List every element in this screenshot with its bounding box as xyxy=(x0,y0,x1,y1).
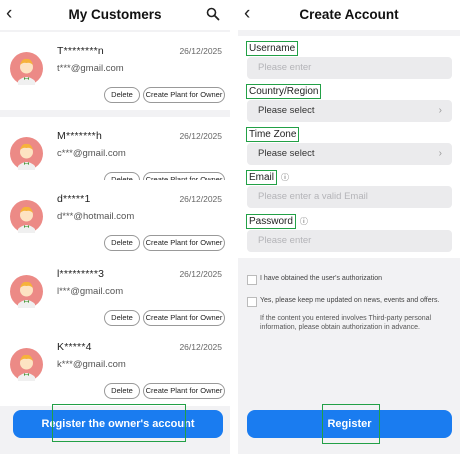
customer-name: l*********3 xyxy=(57,268,105,280)
highlight-box xyxy=(52,404,186,442)
authorization-text: I have obtained the user's authorization xyxy=(260,275,382,282)
chevron-right-icon: › xyxy=(438,148,442,159)
my-customers-screen: ‹ My Customers T********n 26/12/2025 t**… xyxy=(0,0,230,454)
avatar xyxy=(10,348,43,381)
email-field[interactable]: Please enter a valid Email xyxy=(247,186,452,208)
customer-email: l***@gmail.com xyxy=(57,286,124,297)
delete-button[interactable]: Delete xyxy=(104,87,140,103)
create-plant-button[interactable]: Create Plant for Owner xyxy=(143,235,225,251)
search-icon[interactable] xyxy=(206,7,220,21)
create-plant-button[interactable]: Create Plant for Owner xyxy=(143,87,225,103)
customer-card[interactable]: l*********3 26/12/2025 l***@gmail.com De… xyxy=(0,255,230,333)
customer-date: 26/12/2025 xyxy=(179,269,222,279)
page-title: Create Account xyxy=(299,7,399,22)
password-label: Password ⓘ xyxy=(246,214,308,229)
delete-button[interactable]: Delete xyxy=(104,310,140,326)
highlight-box xyxy=(322,404,380,444)
username-field[interactable]: Please enter xyxy=(247,57,452,79)
authorization-checkbox[interactable] xyxy=(247,275,257,285)
top-bar: ‹ Create Account xyxy=(238,0,460,30)
customer-card[interactable]: T********n 26/12/2025 t***@gmail.com Del… xyxy=(0,32,230,110)
customer-date: 26/12/2025 xyxy=(179,342,222,352)
avatar xyxy=(10,200,43,233)
top-bar: ‹ My Customers xyxy=(0,0,230,30)
avatar xyxy=(10,137,43,170)
delete-button[interactable]: Delete xyxy=(104,383,140,399)
password-field[interactable]: Please enter xyxy=(247,230,452,252)
customer-name: M*******h xyxy=(57,130,102,142)
customer-name: K*****4 xyxy=(57,341,92,353)
customer-date: 26/12/2025 xyxy=(179,194,222,204)
create-account-screen: ‹ Create Account Username Please enter C… xyxy=(238,0,460,454)
create-plant-button[interactable]: Create Plant for Owner xyxy=(143,310,225,326)
customer-name: T********n xyxy=(57,45,104,57)
country-label: Country/Region xyxy=(246,84,322,99)
customer-email: d***@hotmail.com xyxy=(57,211,135,222)
customer-card[interactable]: K*****4 26/12/2025 k***@gmail.com Delete… xyxy=(0,328,230,406)
customer-email: k***@gmail.com xyxy=(57,359,126,370)
customer-card[interactable]: d*****1 26/12/2025 d***@hotmail.com Dele… xyxy=(0,180,230,258)
customer-date: 26/12/2025 xyxy=(179,46,222,56)
timezone-select[interactable]: Please select › xyxy=(247,143,452,165)
customer-email: t***@gmail.com xyxy=(57,63,124,74)
updates-checkbox[interactable] xyxy=(247,297,257,307)
page-title: My Customers xyxy=(68,7,162,22)
customer-name: d*****1 xyxy=(57,193,91,205)
info-icon[interactable]: ⓘ xyxy=(281,173,289,182)
delete-button[interactable]: Delete xyxy=(104,235,140,251)
customer-date: 26/12/2025 xyxy=(179,131,222,141)
privacy-note: If the content you entered involves Thir… xyxy=(260,315,432,331)
chevron-right-icon: › xyxy=(438,105,442,116)
info-icon[interactable]: ⓘ xyxy=(300,217,308,226)
username-label: Username xyxy=(246,41,299,56)
create-plant-button[interactable]: Create Plant for Owner xyxy=(143,383,225,399)
customer-email: c***@gmail.com xyxy=(57,148,126,159)
updates-text: Yes, please keep me updated on news, eve… xyxy=(260,297,440,304)
avatar xyxy=(10,52,43,85)
avatar xyxy=(10,275,43,308)
timezone-label: Time Zone xyxy=(246,127,300,142)
email-label: Email ⓘ xyxy=(246,170,289,185)
country-select[interactable]: Please select › xyxy=(247,100,452,122)
